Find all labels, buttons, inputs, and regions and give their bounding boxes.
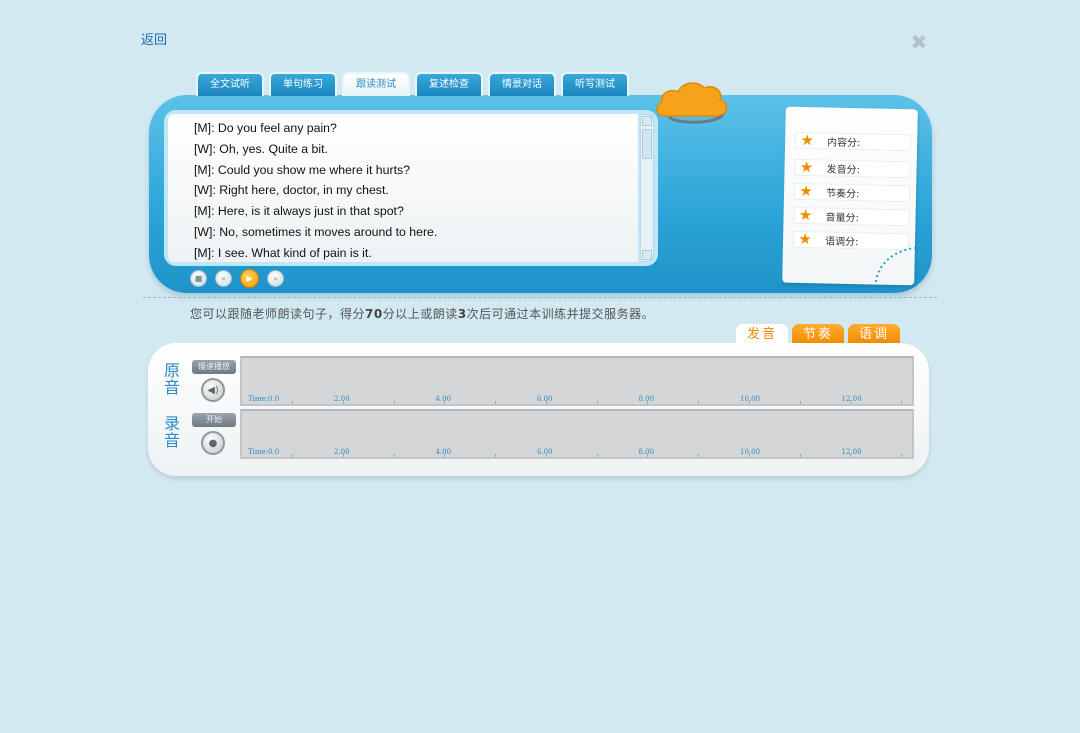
speaker-icon[interactable]: ◀): [201, 378, 225, 402]
ruler-tick: [545, 401, 547, 404]
ruler-tick: [545, 454, 547, 457]
tab-full-text-listen[interactable]: 全文试听: [196, 72, 264, 96]
tab-intonation[interactable]: 语调: [848, 324, 900, 345]
recording-section: 录音 开始 ● Time:0.0 2.00 4.00 6.00 8.00 10.00 12.…: [162, 409, 914, 459]
ruler-tick: [495, 454, 496, 457]
ruler-tick: [799, 401, 801, 404]
original-side-label: 原音: [164, 361, 181, 397]
ruler-label: 10.00: [740, 395, 761, 403]
tab-sentence-practice[interactable]: 单句练习: [269, 72, 337, 96]
play-button[interactable]: ▶: [240, 269, 259, 288]
analysis-tabs: 发音 节奏 语调: [736, 324, 900, 345]
ruler-tick: [647, 401, 649, 404]
dialogue-line[interactable]: [W]: No, sometimes it moves around to he…: [194, 222, 638, 243]
mode-tabs: 全文试听 单句练习 跟读测试 复述检查 情景对话 听写测试: [196, 72, 629, 96]
close-icon[interactable]: ✖: [909, 32, 929, 52]
star-icon: ★: [800, 130, 815, 150]
scroll-thumb[interactable]: [642, 129, 652, 159]
ruler-tick: [850, 454, 852, 457]
ruler-tick: [698, 454, 699, 457]
page-curl-icon: [875, 247, 917, 283]
ruler-tick: [292, 454, 293, 457]
ruler-tick: [292, 401, 293, 404]
slow-play-button[interactable]: 慢速播放: [192, 360, 236, 374]
ruler-tick: [698, 401, 699, 404]
ruler-tick: [444, 454, 446, 457]
back-link[interactable]: 返回: [141, 29, 167, 48]
original-waveform-track[interactable]: Time:0.0 2.00 4.00 6.00 8.00 10.00 12.00: [240, 356, 914, 406]
ruler-label: Time:0.0: [248, 448, 280, 456]
ruler-tick: [850, 401, 852, 404]
ruler-tick: [495, 401, 496, 404]
score-row-content: ★ 内容分:: [794, 130, 912, 152]
recording-waveform-track[interactable]: Time:0.0 2.00 4.00 6.00 8.00 10.00 12.00: [240, 409, 914, 459]
dialogue-scrollbar[interactable]: [640, 114, 654, 262]
tab-rhythm[interactable]: 节奏: [792, 324, 844, 345]
dialogue-box: [M]: Do you feel any pain? [W]: Oh, yes.…: [164, 110, 658, 266]
ruler-tick: [342, 401, 344, 404]
ruler-tick: [393, 454, 395, 457]
ruler-tick: [748, 454, 750, 457]
ruler-label: 12.00: [841, 395, 862, 403]
scroll-down-arrow[interactable]: [642, 250, 652, 260]
tab-pronunciation[interactable]: 发音: [736, 324, 788, 345]
dialogue-line[interactable]: [W]: Right here, doctor, in my chest.: [194, 180, 638, 201]
original-audio-section: 原音 慢速播放 ◀) Time:0.0 2.00 4.00 6.00 8.00 10.00…: [162, 356, 914, 406]
tab-read-along-test[interactable]: 跟读测试: [342, 72, 410, 96]
score-label: 音量分:: [825, 212, 860, 225]
star-icon: ★: [798, 205, 813, 225]
ruler-tick: [596, 454, 598, 457]
ruler-label: Time:0.0: [248, 395, 280, 403]
recording-side-label: 录音: [164, 414, 181, 450]
dialogue-line[interactable]: [M]: Could you show me where it hurts?: [194, 160, 638, 181]
score-label: 发音分:: [826, 164, 861, 177]
ruler-tick: [647, 454, 649, 457]
tab-scenario-dialogue[interactable]: 情景对话: [488, 72, 556, 96]
score-row-volume: ★ 音量分:: [793, 205, 910, 227]
dialogue-text: [M]: Do you feel any pain? [W]: Oh, yes.…: [168, 114, 638, 262]
star-icon: ★: [799, 157, 814, 177]
dialogue-line[interactable]: [M]: Here, is it always just in that spo…: [194, 201, 638, 222]
previous-button[interactable]: «: [215, 270, 232, 287]
start-recording-button[interactable]: 开始: [192, 413, 236, 427]
ruler-tick: [901, 454, 902, 457]
stop-button[interactable]: ■: [190, 270, 207, 287]
dialogue-line[interactable]: [M]: I see. What kind of pain is it.: [194, 243, 638, 262]
star-icon: ★: [799, 181, 813, 201]
ruler-tick: [596, 401, 598, 404]
ruler-label: 12.00: [841, 448, 862, 456]
time-ruler: Time:0.0 2.00 4.00 6.00 8.00 10.00 12.00: [242, 447, 912, 457]
ruler-tick: [342, 454, 344, 457]
score-row-rhythm: ★ 节奏分:: [793, 181, 911, 203]
star-icon: ★: [798, 229, 812, 249]
ruler-tick: [393, 401, 395, 404]
score-row-pronunciation: ★ 发音分:: [794, 157, 911, 179]
scroll-up-arrow[interactable]: [642, 116, 652, 126]
dialogue-line[interactable]: [M]: Do you feel any pain?: [194, 118, 638, 139]
microphone-icon[interactable]: ●: [201, 431, 225, 455]
ruler-tick: [748, 401, 750, 404]
ruler-tick: [799, 454, 801, 457]
tab-retell-check[interactable]: 复述检查: [415, 72, 483, 96]
dialogue-line[interactable]: [W]: Oh, yes. Quite a bit.: [194, 139, 638, 160]
ruler-tick: [901, 401, 902, 404]
next-button[interactable]: »: [267, 270, 284, 287]
cloud-icon: [656, 82, 728, 124]
instruction-text: 您可以跟随老师朗读句子，得分70分以上或朗读3次后可通过本训练并提交服务器。: [190, 307, 655, 321]
ruler-tick: [444, 401, 446, 404]
score-label: 语调分:: [824, 236, 859, 249]
playback-controls: ■ « ▶ »: [190, 269, 284, 288]
tab-dictation-test[interactable]: 听写测试: [561, 72, 629, 96]
ruler-label: 10.00: [740, 448, 761, 456]
time-ruler: Time:0.0 2.00 4.00 6.00 8.00 10.00 12.00: [242, 394, 912, 404]
divider: [143, 297, 937, 298]
score-label: 节奏分:: [825, 188, 860, 201]
score-label: 内容分:: [826, 137, 861, 150]
